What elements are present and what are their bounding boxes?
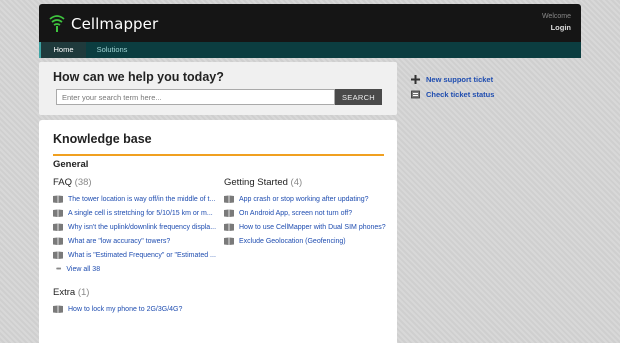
login-link[interactable]: Login [551,23,571,32]
article-link[interactable]: On Android App, screen not turn off? [239,210,352,217]
category-extra: Extra (1) How to lock my phone to 2G/3G/… [53,287,182,317]
category-count: (1) [77,287,90,298]
book-icon [53,237,63,245]
article-item[interactable]: Why isn't the uplink/downlink frequency … [53,221,216,233]
article-link[interactable]: App crash or stop working after updating… [239,196,369,203]
book-icon [53,209,63,217]
book-icon [224,223,234,231]
help-panel: How can we help you today? SEARCH [39,62,397,115]
article-link[interactable]: A single cell is stretching for 5/10/15 … [68,210,213,217]
book-icon [53,195,63,203]
article-item[interactable]: A single cell is stretching for 5/10/15 … [53,207,216,219]
search-input[interactable] [56,89,335,105]
site-header: Cellmapper Welcome Login [39,4,581,42]
book-icon [53,223,63,231]
category-title[interactable]: Getting Started (4) [224,177,386,188]
book-icon [224,209,234,217]
tab-solutions[interactable]: Solutions [89,42,135,58]
article-item[interactable]: On Android App, screen not turn off? [224,207,386,219]
article-item[interactable]: Exclude Geolocation (Geofencing) [224,235,386,247]
article-item[interactable]: What are "low accuracy" towers? [53,235,216,247]
ellipsis-icon: ••• [56,265,61,273]
search-button[interactable]: SEARCH [335,89,382,105]
article-link[interactable]: What are "low accuracy" towers? [68,238,170,245]
article-item[interactable]: App crash or stop working after updating… [224,193,386,205]
check-status-link[interactable]: Check ticket status [426,90,494,99]
article-item[interactable]: How to lock my phone to 2G/3G/4G? [53,303,182,315]
view-all-link[interactable]: View all 38 [66,266,100,273]
kb-title: Knowledge base [53,132,152,146]
category-getting-started: Getting Started (4) App crash or stop wo… [224,177,386,249]
article-link[interactable]: How to use CellMapper with Dual SIM phon… [239,224,386,231]
article-link[interactable]: How to lock my phone to 2G/3G/4G? [68,306,182,313]
tab-home[interactable]: Home [39,42,86,58]
book-icon [224,237,234,245]
signal-logo-icon [49,15,65,32]
nav-bar: Home Solutions [39,42,581,58]
article-link[interactable]: What is "Estimated Frequency" or "Estima… [68,252,216,259]
new-ticket-link[interactable]: New support ticket [426,75,493,84]
ticket-icon [411,90,420,98]
article-link[interactable]: Exclude Geolocation (Geofencing) [239,238,346,245]
category-name[interactable]: FAQ [53,177,72,188]
help-title: How can we help you today? [53,70,224,84]
kb-section-title: General [53,159,89,170]
view-all-item[interactable]: ••• View all 38 [56,263,216,275]
category-title[interactable]: FAQ (38) [53,177,216,188]
category-count: (4) [290,177,303,188]
book-icon [53,305,63,313]
check-status-item[interactable]: Check ticket status [411,87,494,101]
support-links: New support ticket Check ticket status [411,72,494,102]
plus-icon [411,74,420,84]
article-item[interactable]: The tower location is way off/in the mid… [53,193,216,205]
knowledge-base-panel: Knowledge base General FAQ (38) The towe… [39,120,397,343]
article-item[interactable]: What is "Estimated Frequency" or "Estima… [53,249,216,261]
article-link[interactable]: Why isn't the uplink/downlink frequency … [68,224,216,231]
kb-divider [53,154,384,156]
book-icon [53,251,63,259]
category-title[interactable]: Extra (1) [53,287,182,298]
category-count: (38) [74,177,92,188]
category-faq: FAQ (38) The tower location is way off/i… [53,177,216,275]
category-name[interactable]: Extra [53,287,75,298]
category-name[interactable]: Getting Started [224,177,288,188]
article-link[interactable]: The tower location is way off/in the mid… [68,196,215,203]
welcome-text: Welcome [541,13,571,20]
brand-name[interactable]: Cellmapper [71,15,158,33]
new-ticket-item[interactable]: New support ticket [411,72,494,86]
book-icon [224,195,234,203]
article-item[interactable]: How to use CellMapper with Dual SIM phon… [224,221,386,233]
